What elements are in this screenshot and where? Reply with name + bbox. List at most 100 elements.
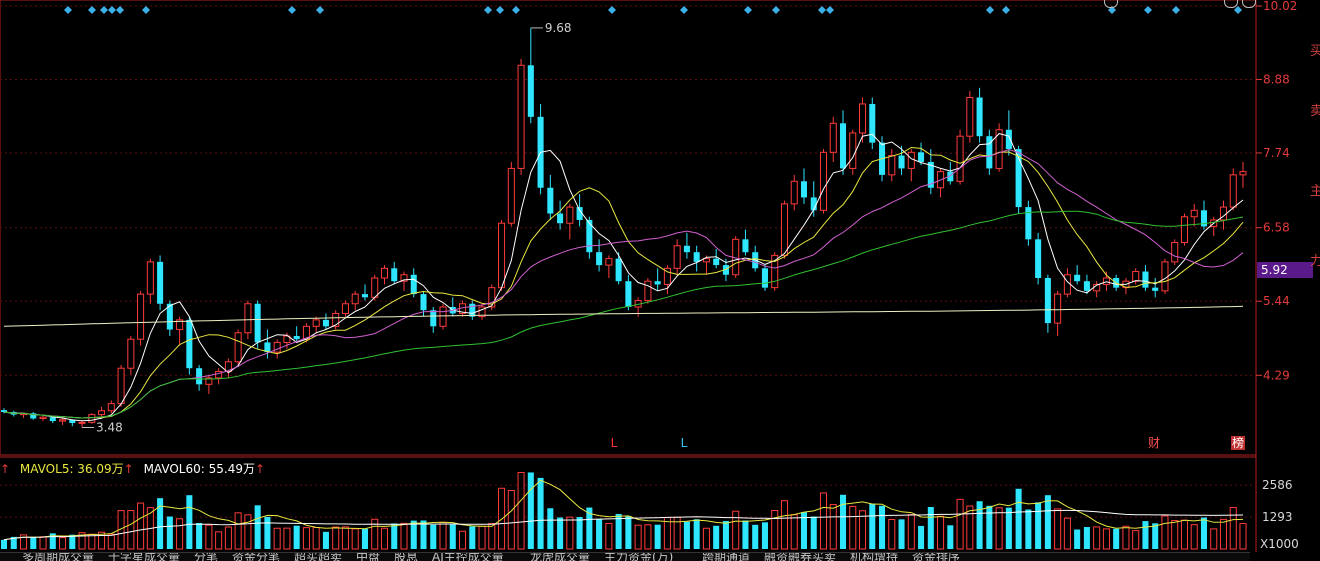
event-diamond-icon[interactable] (1234, 6, 1242, 14)
event-diamond-icon[interactable] (64, 6, 72, 14)
candle-body (517, 64, 525, 169)
event-marker[interactable]: L (681, 436, 688, 450)
volume-bar (488, 523, 496, 550)
candle-body (1035, 239, 1042, 278)
candle-body (1142, 271, 1149, 288)
price-tick-label: 10.02 (1263, 0, 1297, 13)
volume-bar (966, 505, 974, 550)
volume-bar (1025, 509, 1032, 549)
candle-body (1063, 274, 1071, 295)
candle-body (1152, 287, 1159, 291)
volume-bar (693, 519, 700, 549)
candle-body (1083, 281, 1090, 291)
candle-body (683, 245, 690, 253)
candle-body (391, 268, 398, 282)
volume-bar (771, 509, 779, 550)
candle-body (420, 294, 427, 311)
event-diamond-icon[interactable] (512, 6, 520, 14)
volume-bar (1200, 517, 1208, 549)
event-diamond-icon[interactable] (288, 6, 296, 14)
volume-bar (947, 525, 954, 549)
candle-body (98, 410, 106, 416)
volume-bar (663, 517, 671, 550)
candle-body (605, 258, 613, 266)
volume-bar (566, 516, 574, 550)
volume-bar (625, 515, 632, 549)
volume-bar (205, 524, 213, 550)
event-marker[interactable]: 财 (1148, 436, 1160, 450)
volume-bar (615, 513, 622, 549)
event-diamond-icon[interactable] (484, 6, 492, 14)
event-diamond-icon[interactable] (744, 6, 752, 14)
event-diamond-icon[interactable] (116, 6, 124, 14)
event-diamond-icon[interactable] (142, 6, 150, 14)
volume-bar (341, 526, 349, 550)
event-diamond-icon[interactable] (826, 6, 834, 14)
candle-body (918, 152, 925, 162)
volume-bar (1074, 529, 1081, 549)
candle-body (380, 267, 389, 279)
volume-bar (1083, 527, 1090, 549)
volume-bar (956, 498, 964, 550)
event-diamond-icon[interactable] (986, 6, 994, 14)
event-diamond-icon[interactable] (1172, 6, 1180, 14)
volume-bar (1190, 524, 1198, 550)
current-price-box: 5.92 (1257, 262, 1313, 278)
volume-bar (351, 528, 359, 550)
candle-body (566, 206, 574, 224)
candle-body (0, 410, 8, 413)
volume-bar (888, 518, 896, 550)
event-diamond-icon[interactable] (818, 6, 826, 14)
volume-bar (1113, 528, 1120, 549)
volume-bar (107, 533, 115, 550)
event-diamond-icon[interactable] (496, 6, 504, 14)
event-diamond-icon[interactable] (316, 6, 324, 14)
event-marker[interactable]: 榜 (1232, 435, 1244, 450)
legend-mavol5: MAVOL5: 36.09万 (19, 462, 124, 476)
event-diamond-icon[interactable] (100, 6, 108, 14)
candle-body (439, 306, 447, 327)
candle-body (361, 294, 368, 298)
candle-body (1005, 129, 1012, 150)
price-tick-label: 4.29 (1263, 368, 1290, 382)
volume-legend: ↑ MAVOL5: 36.09万↑ MAVOL60: 55.49万↑ (0, 462, 266, 476)
volume-bar (507, 489, 515, 550)
event-diamond-icon[interactable] (1002, 6, 1010, 14)
candle-body (702, 258, 710, 263)
volume-bar (742, 520, 749, 549)
volume-bar (137, 502, 145, 550)
event-diamond-icon[interactable] (88, 6, 96, 14)
volume-bar (1005, 507, 1012, 549)
volume-bar (986, 505, 993, 549)
volume-bar (166, 516, 173, 549)
candle-body (507, 167, 515, 224)
volume-bar (127, 509, 135, 550)
volume-bar (400, 522, 408, 550)
event-diamond-icon[interactable] (1144, 6, 1152, 14)
candle-body (341, 303, 349, 314)
candle-body (107, 403, 115, 412)
volume-bar (380, 527, 389, 550)
candle-body (1044, 277, 1051, 324)
candle-body (234, 332, 242, 363)
volume-bar (264, 516, 271, 549)
candle-body (898, 155, 905, 169)
event-diamond-icon[interactable] (108, 6, 116, 14)
volume-bar (1219, 518, 1228, 550)
low-price-annotation: 3.48 (96, 421, 123, 435)
event-diamond-icon[interactable] (680, 6, 688, 14)
event-marker[interactable]: L (611, 436, 618, 450)
candle-body (322, 319, 329, 327)
candle-body (1074, 274, 1081, 282)
volume-bar (0, 539, 8, 549)
volume-bar (849, 505, 857, 550)
volume-bar (829, 504, 837, 550)
candle-body (273, 341, 281, 353)
candle-body (88, 414, 96, 423)
event-diamond-icon[interactable] (772, 6, 780, 14)
event-diamond-icon[interactable] (608, 6, 616, 14)
candle-body (146, 261, 154, 295)
volume-tick-label: 2586 (1262, 478, 1293, 492)
volume-bar (537, 477, 544, 549)
candle-body (858, 103, 867, 134)
